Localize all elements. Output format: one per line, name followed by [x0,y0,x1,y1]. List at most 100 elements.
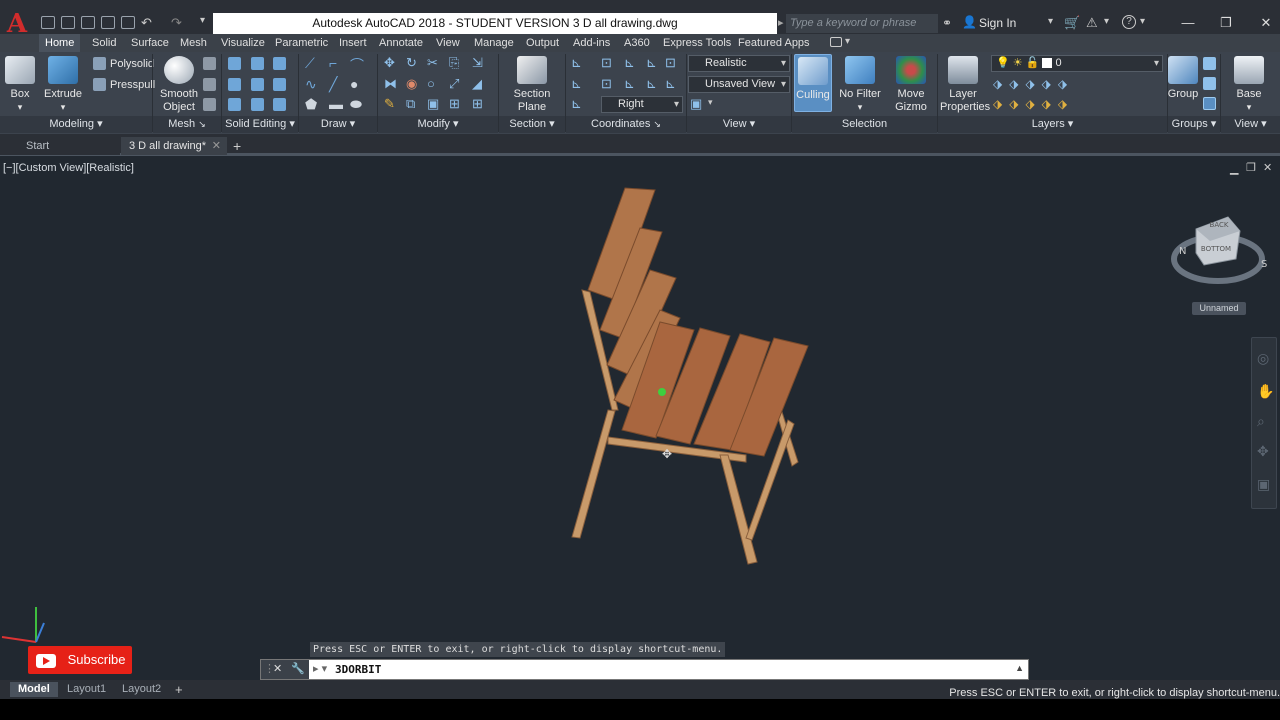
tab-surface[interactable]: Surface [131,34,169,52]
copy-icon[interactable]: ⎘ [449,55,459,71]
intersect-icon[interactable] [228,98,241,111]
no-filter-button[interactable]: No Filter ▾ [838,56,882,114]
help-dropdown-icon[interactable]: ▾ [1140,16,1145,27]
polyline-icon[interactable]: ⌐ [329,55,337,71]
line-icon[interactable]: ⟋ [305,55,315,72]
ucs-x-icon[interactable]: ⊡ [601,76,612,92]
thicken-icon[interactable] [251,98,264,111]
culling-button[interactable]: Culling [794,54,832,112]
union-icon[interactable] [228,57,241,70]
tab-solid[interactable]: Solid [92,34,116,52]
group-selection-icon[interactable] [1203,97,1216,110]
rectangle-icon[interactable]: ▬ [329,96,343,112]
restore-icon[interactable]: ❐ [1211,14,1241,32]
ellipse-icon[interactable]: ⬬ [350,96,362,113]
slice-icon[interactable] [251,57,264,70]
rectangular-array-icon[interactable]: ⊞ [472,96,483,112]
tab-express-tools[interactable]: Express Tools [663,34,731,52]
tab-home[interactable]: Home [39,34,81,52]
tab-parametric[interactable]: Parametric [275,34,328,52]
solid-edit-icon[interactable] [273,98,286,111]
layer-tools-row-2[interactable]: ⬗⬗⬗⬗⬗ [993,97,1074,111]
solid-edit-icon[interactable] [273,78,286,91]
file-tab-start[interactable]: Start [0,137,120,155]
subscribe-button[interactable]: Subscribe [28,646,132,674]
chair-3d-model[interactable]: ✥ [560,182,820,572]
named-views-dropdown[interactable]: Unsaved View [688,76,790,93]
cart-icon[interactable]: 🛒 [1064,15,1080,31]
viewport-config-dropdown-icon[interactable]: ▾ [708,97,713,108]
layer-tools-row-1[interactable]: ⬗⬗⬗⬗⬗ [993,77,1074,91]
panel-layers[interactable]: Layers ▾ [938,116,1167,133]
trim-icon[interactable]: ✂ [427,55,438,71]
open-file-icon[interactable] [61,16,75,29]
viewcube[interactable]: BACK BOTTOM N S [1170,209,1270,299]
panel-coordinates[interactable]: Coordinates ↘ [566,116,686,133]
sign-in-dropdown-icon[interactable]: ▾ [1048,16,1053,27]
file-tab-drawing[interactable]: 3 D all drawing* ✕ [121,137,227,155]
layer-dropdown[interactable]: 💡 ☀ 🔓 0 [991,55,1163,72]
binoculars-icon[interactable]: ⚭ [942,16,952,30]
panel-view-2[interactable]: View ▾ [1221,116,1280,133]
mirror-icon[interactable]: ⧓ [384,76,397,92]
panel-draw[interactable]: Draw ▾ [299,116,377,133]
viewcube-bottom-label[interactable]: BOTTOM [1201,245,1231,253]
new-tab-icon[interactable]: + [233,137,247,155]
command-history-toggle-icon[interactable]: ▲ [1015,663,1024,673]
viewport-close-icon[interactable]: ✕ [1263,161,1272,174]
autodesk-exchange-icon[interactable]: ⚠ [1086,15,1098,31]
print-icon[interactable] [121,16,135,29]
explode-icon[interactable]: ○ [427,76,435,91]
ucs-world-icon[interactable]: ⊡ [601,55,612,71]
ucs-y-icon[interactable]: ⊾ [624,76,635,92]
tab-featured-apps[interactable]: Featured Apps [738,34,810,52]
command-input[interactable]: 3DORBIT [335,663,381,676]
exchange-dropdown-icon[interactable]: ▾ [1104,16,1109,27]
polysolid-button[interactable]: Polysolid [110,58,154,70]
move-gizmo-button[interactable]: Move Gizmo [890,56,932,114]
panel-section[interactable]: Section ▾ [499,116,565,133]
panel-mesh[interactable]: Mesh ↘ [153,116,221,133]
minimize-icon[interactable]: — [1173,14,1203,32]
quick-access-dropdown-icon[interactable]: ▾ [200,15,205,26]
tab-annotate[interactable]: Annotate [379,34,423,52]
ucs-named-icon[interactable]: ⊾ [571,76,582,92]
close-icon[interactable]: ✕ [1251,14,1280,32]
compass-n-label[interactable]: N [1179,246,1186,257]
ucs-menu[interactable]: Unnamed [1192,302,1246,315]
mesh-tool-icon[interactable] [203,57,216,70]
ribbon-minimize-icon[interactable] [830,37,842,47]
tab-add-ins[interactable]: Add-ins [573,34,610,52]
close-command-icon[interactable]: ✕ [273,662,282,675]
search-input[interactable]: Type a keyword or phrase [786,14,938,33]
search-expand-icon[interactable]: ▸ [778,16,784,29]
customize-icon[interactable]: 🔧 [291,662,305,675]
ucs-previous-icon[interactable]: ⊾ [571,96,582,112]
arc-icon[interactable]: ⌒ [350,55,364,75]
tab-a360[interactable]: A360 [624,34,650,52]
scale-icon[interactable]: ⤢ [449,76,459,92]
spline-icon[interactable]: ∿ [305,76,317,93]
align-icon[interactable]: ▣ [427,96,439,112]
ribbon-options-dropdown-icon[interactable]: ▾ [845,36,850,47]
viewcube-back-label[interactable]: BACK [1210,221,1229,229]
rotate-icon[interactable]: ↻ [406,55,417,71]
mesh-tool-icon[interactable] [203,98,216,111]
showmotion-icon[interactable]: ▣ [1257,476,1270,493]
construction-line-icon[interactable]: ╱ [329,76,337,93]
circle-icon[interactable]: ● [350,76,358,92]
group-edit-icon[interactable] [1203,77,1216,90]
solid-edit-icon[interactable] [273,57,286,70]
subtract-icon[interactable] [228,78,241,91]
tab-view[interactable]: View [436,34,460,52]
pan-icon[interactable]: ✋ [1257,383,1274,400]
panel-view[interactable]: View ▾ [687,116,791,133]
ucs-view-icon[interactable]: ⊡ [665,55,676,71]
tab-manage[interactable]: Manage [474,34,514,52]
save-icon[interactable] [81,16,95,29]
fillet-icon[interactable]: ◉ [406,76,417,92]
save-as-icon[interactable] [101,16,115,29]
layout-tab-model[interactable]: Model [10,682,58,697]
ucs-dropdown[interactable]: Right [601,96,683,113]
drawing-viewport[interactable]: [−][Custom View][Realistic] ▁ ❐ ✕ ✥ BACK… [0,157,1280,679]
